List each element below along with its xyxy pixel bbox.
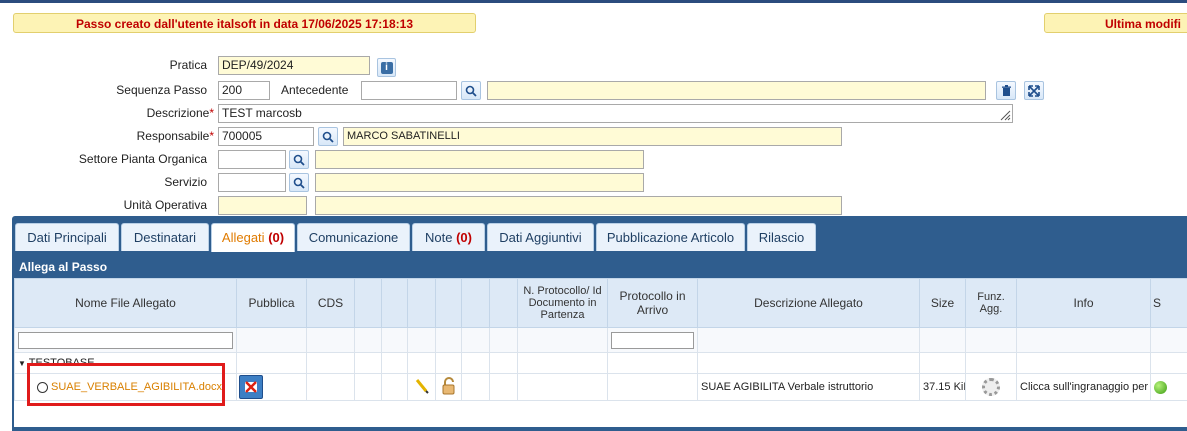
filter-nome-input[interactable]: [18, 332, 233, 349]
info-cell: Clicca sull'ingranaggio per: [1017, 374, 1151, 401]
col-empty: [490, 279, 518, 328]
col-empty: [355, 279, 382, 328]
settore-field[interactable]: [218, 150, 286, 169]
pratica-field[interactable]: DEP/49/2024: [218, 56, 370, 75]
servizio-desc-field[interactable]: [315, 173, 644, 192]
descrizione-label: Descrizione*: [147, 106, 214, 120]
gear-icon[interactable]: [982, 378, 1000, 396]
top-bar: [0, 0, 1187, 3]
servizio-search-button[interactable]: [289, 173, 309, 192]
servizio-label: Servizio: [164, 175, 207, 189]
col-n-protocollo[interactable]: N. Protocollo/ Id Documento in Partenza: [518, 279, 608, 328]
settore-label: Settore Pianta Organica: [79, 152, 207, 166]
servizio-field[interactable]: [218, 173, 286, 192]
col-cds[interactable]: CDS: [307, 279, 355, 328]
size-cell: 37.15 KiB: [920, 374, 966, 401]
pratica-label: Pratica: [170, 58, 207, 72]
info-icon: i: [381, 62, 393, 74]
col-empty: [408, 279, 436, 328]
unita-field[interactable]: [218, 196, 307, 215]
required-marker: *: [209, 129, 214, 143]
col-empty: [436, 279, 462, 328]
col-empty: [462, 279, 490, 328]
col-funz-agg[interactable]: Funz. Agg.: [966, 279, 1017, 328]
grid-title: Allega al Passo: [14, 257, 1187, 278]
col-nome-file[interactable]: Nome File Allegato: [15, 279, 237, 328]
settore-desc-field[interactable]: [315, 150, 644, 169]
tab-destinatari[interactable]: Destinatari: [121, 223, 209, 251]
responsabile-name-field[interactable]: MARCO SABATINELLI: [343, 127, 842, 146]
unita-label: Unità Operativa: [124, 198, 207, 212]
collapse-triangle-icon[interactable]: ▼: [18, 359, 26, 368]
col-protocollo-arrivo[interactable]: Protocollo in Arrivo: [608, 279, 698, 328]
last-modified-banner: Ultima modifi: [1044, 13, 1187, 33]
tab-rilascio[interactable]: Rilascio: [747, 223, 816, 251]
status-dot-icon: [1154, 381, 1167, 394]
col-s[interactable]: S: [1151, 279, 1187, 328]
trash-icon: [1001, 85, 1012, 97]
antecedente-field[interactable]: [361, 81, 457, 100]
search-icon: [322, 131, 334, 143]
settore-search-button[interactable]: [289, 150, 309, 169]
descrizione-cell: SUAE AGIBILITA Verbale istruttorio: [698, 374, 920, 401]
col-descrizione[interactable]: Descrizione Allegato: [698, 279, 920, 328]
highlight-box: [27, 363, 225, 406]
unlock-icon[interactable]: [440, 377, 458, 395]
delete-button[interactable]: [996, 81, 1016, 100]
antecedente-search-button[interactable]: [461, 81, 481, 100]
unpublish-icon[interactable]: [239, 375, 263, 399]
antecedente-desc-field[interactable]: [487, 81, 986, 100]
expand-icon: [1028, 85, 1040, 97]
tab-comunicazione[interactable]: Comunicazione: [297, 223, 410, 251]
col-size[interactable]: Size: [920, 279, 966, 328]
tab-dati-aggiuntivi[interactable]: Dati Aggiuntivi: [487, 223, 594, 251]
resize-grip-icon[interactable]: [998, 108, 1011, 121]
search-icon: [293, 177, 305, 189]
sequenza-label: Sequenza Passo: [116, 83, 207, 97]
grid-header-row: Nome File Allegato Pubblica CDS N. Proto…: [15, 279, 1187, 328]
col-info[interactable]: Info: [1017, 279, 1151, 328]
responsabile-field[interactable]: 700005: [218, 127, 314, 146]
filter-row: [15, 328, 1187, 353]
col-pubblica[interactable]: Pubblica: [237, 279, 307, 328]
search-icon: [465, 85, 477, 97]
unita-desc-field[interactable]: [315, 196, 842, 215]
search-icon: [293, 154, 305, 166]
sequenza-field[interactable]: 200: [218, 81, 270, 100]
required-marker: *: [209, 106, 214, 120]
expand-button[interactable]: [1024, 81, 1044, 100]
pencil-icon[interactable]: [414, 378, 430, 394]
info-button[interactable]: i: [377, 58, 396, 77]
filter-protocollo-input[interactable]: [611, 332, 694, 349]
created-by-banner: Passo creato dall'utente italsoft in dat…: [13, 13, 476, 33]
descrizione-field[interactable]: TEST marcosb: [218, 104, 1013, 123]
col-empty: [382, 279, 408, 328]
tab-dati-principali[interactable]: Dati Principali: [15, 223, 119, 251]
tab-pubblicazione-articolo[interactable]: Pubblicazione Articolo: [596, 223, 745, 251]
tab-note[interactable]: Note (0): [412, 223, 485, 251]
responsabile-search-button[interactable]: [318, 127, 338, 146]
tab-allegati[interactable]: Allegati (0): [211, 223, 295, 252]
responsabile-label: Responsabile*: [137, 129, 214, 143]
antecedente-label: Antecedente: [281, 83, 348, 97]
